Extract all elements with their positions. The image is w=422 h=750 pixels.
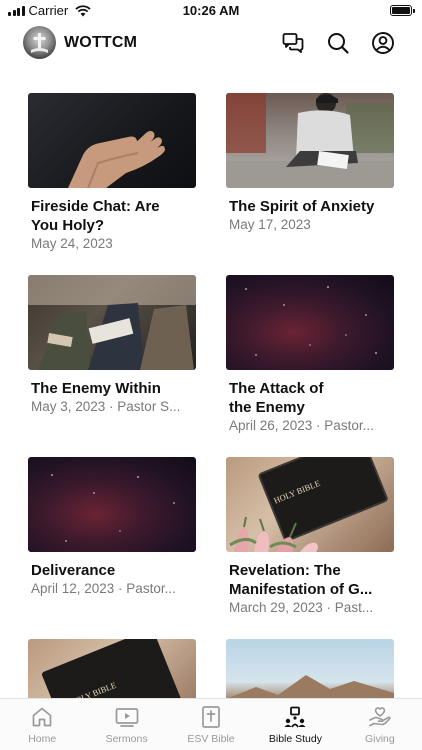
status-time: 10:26 AM (182, 3, 240, 18)
study-card[interactable]: Deliverance April 12, 2023 · Pastor... (28, 457, 196, 598)
desert-landscape-photo (226, 639, 394, 698)
card-title: The Enemy Within (31, 380, 161, 397)
card-date: May 17, 2023 (229, 217, 311, 232)
home-icon (32, 707, 52, 727)
giving-icon (369, 707, 391, 727)
study-card[interactable]: HOLY BIBLE (28, 639, 196, 698)
night-sky-photo (226, 275, 394, 370)
tab-label: Home (28, 733, 57, 745)
bible-study-icon (284, 706, 306, 728)
card-title: Fireside Chat: Are You Holy? (31, 198, 160, 234)
church-logo-avatar[interactable] (23, 26, 56, 59)
card-date: May 24, 2023 (31, 236, 113, 251)
search-icon[interactable] (326, 31, 350, 55)
video-icon (115, 708, 138, 727)
tab-label: Bible Study (268, 733, 322, 745)
study-card[interactable]: The Spirit of Anxiety May 17, 2023 (226, 93, 394, 234)
study-card[interactable]: The Attack of the Enemy April 26, 2023 ·… (226, 275, 394, 435)
bible-icon (202, 706, 220, 728)
night-sky-photo (28, 457, 196, 552)
app-header: WOTTCM (0, 22, 422, 66)
app-title: WOTTCM (64, 34, 138, 51)
study-card[interactable] (226, 639, 394, 698)
card-meta: March 29, 2023 · Past... (229, 600, 374, 615)
tab-sermons[interactable]: Sermons (84, 699, 168, 750)
status-bar: Carrier 10:26 AM (0, 0, 422, 22)
holy-bible-tulips-photo: HOLY BIBLE (226, 457, 394, 552)
tab-bible-study[interactable]: Bible Study (253, 699, 337, 750)
card-meta: May 3, 2023 · Pastor S... (31, 399, 181, 414)
tab-label: ESV Bible (187, 733, 235, 745)
tab-bar: Home Sermons ESV Bible Bible Study Givin… (0, 698, 422, 750)
card-title: Deliverance (31, 562, 116, 579)
card-meta: April 12, 2023 · Pastor... (31, 581, 176, 596)
holy-bible-photo: HOLY BIBLE (28, 639, 196, 698)
profile-icon[interactable] (371, 31, 395, 55)
tab-giving[interactable]: Giving (338, 699, 422, 750)
chat-icon[interactable] (281, 31, 305, 55)
study-card[interactable]: HOLY BIBLE Revelation: The Manifestation… (226, 457, 394, 617)
card-meta: April 26, 2023 · Pastor... (229, 418, 374, 433)
card-title: Revelation: The Manifestation of G... (229, 562, 373, 598)
card-title: The Attack of the Enemy (229, 380, 324, 416)
tab-esv-bible[interactable]: ESV Bible (169, 699, 253, 750)
man-writing-photo (226, 93, 394, 188)
tab-home[interactable]: Home (0, 699, 84, 750)
open-hand-photo (28, 93, 196, 188)
card-title: The Spirit of Anxiety (229, 198, 375, 215)
study-card[interactable]: Fireside Chat: Are You Holy? May 24, 202… (28, 93, 196, 253)
tab-label: Giving (364, 733, 395, 745)
battery-icon (390, 5, 415, 16)
study-card[interactable]: The Enemy Within May 3, 2023 · Pastor S.… (28, 275, 196, 416)
tab-label: Sermons (105, 733, 148, 745)
bible-study-grid: Fireside Chat: Are You Holy? May 24, 202… (0, 66, 422, 698)
group-bible-study-photo (28, 275, 196, 370)
